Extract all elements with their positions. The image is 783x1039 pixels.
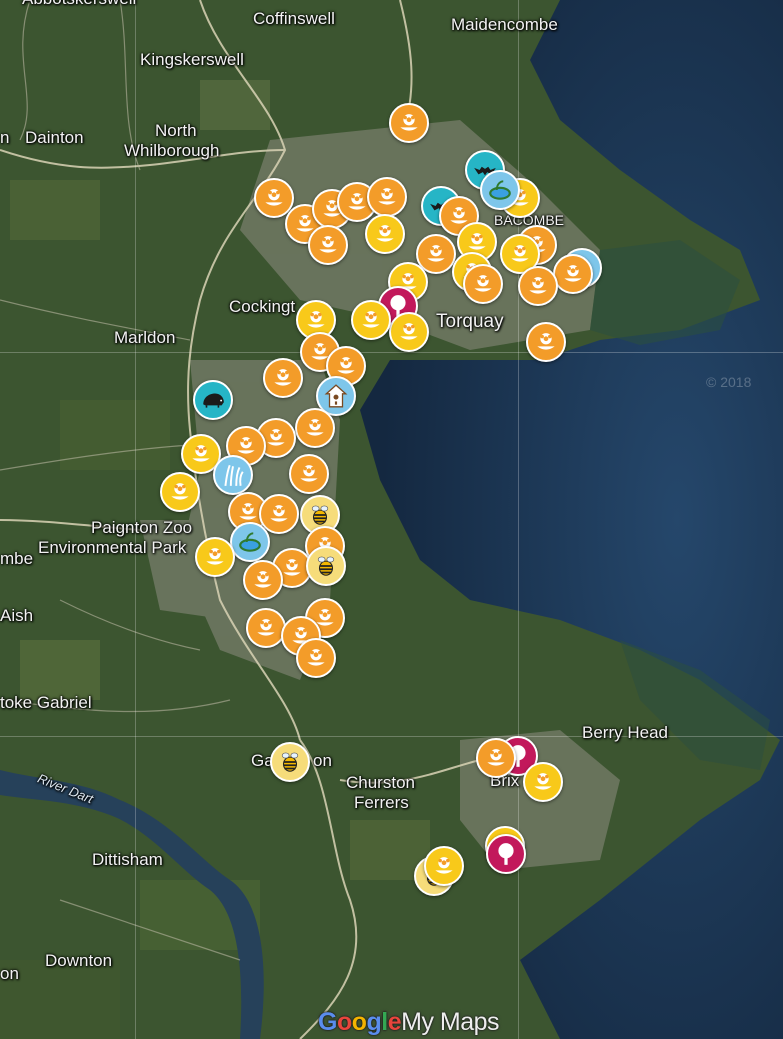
map-marker-pond[interactable] xyxy=(230,522,270,562)
map-marker-flower[interactable] xyxy=(263,358,303,398)
map-marker-reeds[interactable] xyxy=(213,455,253,495)
google-my-maps-logo: GoogleMy Maps xyxy=(318,1008,500,1036)
grid-line xyxy=(0,352,783,353)
map-marker-flower[interactable] xyxy=(553,254,593,294)
flower-icon xyxy=(270,365,296,391)
place-label-north: North xyxy=(155,121,197,140)
map-marker-hedgehog[interactable] xyxy=(193,380,233,420)
map-marker-flower[interactable] xyxy=(389,103,429,143)
flower-icon xyxy=(344,189,370,215)
flower-icon xyxy=(470,271,496,297)
place-label-churston: Churston xyxy=(346,773,415,792)
bee-icon xyxy=(313,553,339,579)
flower-icon xyxy=(423,241,449,267)
place-label-dainton: Dainton xyxy=(25,128,84,147)
map-marker-flower[interactable] xyxy=(296,638,336,678)
map-marker-flower[interactable] xyxy=(476,738,516,778)
flower-icon xyxy=(396,110,422,136)
map-marker-flower[interactable] xyxy=(195,537,235,577)
place-label-abbotskerswell: Abbotskerswell xyxy=(22,0,136,8)
flower-icon xyxy=(374,184,400,210)
flower-icon xyxy=(253,615,279,641)
flower-icon xyxy=(525,273,551,299)
map-marker-flower[interactable] xyxy=(351,300,391,340)
map-marker-flower[interactable] xyxy=(367,177,407,217)
map-marker-tree[interactable] xyxy=(486,834,526,874)
flower-icon xyxy=(530,769,556,795)
place-label-galmpton-end: on xyxy=(313,751,332,770)
place-label-stoke-gabriel: toke Gabriel xyxy=(0,693,92,712)
place-label-marldon: Marldon xyxy=(114,328,176,347)
grid-line xyxy=(518,0,519,1039)
flower-icon xyxy=(396,319,422,345)
map-marker-flower[interactable] xyxy=(523,762,563,802)
flower-icon xyxy=(372,221,398,247)
map-copyright: © 2018 xyxy=(706,374,752,390)
map-marker-flower[interactable] xyxy=(295,408,335,448)
place-label-cockington: Cockingt xyxy=(229,297,296,316)
pond-icon xyxy=(237,529,263,555)
place-label-aish: Aish xyxy=(0,606,34,625)
place-label-environmental-park: Environmental Park xyxy=(38,538,187,557)
place-label-coffinswell: Coffinswell xyxy=(253,9,335,28)
flower-icon xyxy=(263,425,289,451)
flower-icon xyxy=(296,461,322,487)
flower-icon xyxy=(266,501,292,527)
map-marker-flower[interactable] xyxy=(389,312,429,352)
flower-icon xyxy=(250,567,276,593)
flower-icon xyxy=(431,853,457,879)
map-marker-flower[interactable] xyxy=(160,472,200,512)
flower-icon xyxy=(261,185,287,211)
map-marker-flower[interactable] xyxy=(246,608,286,648)
place-label-fragment: mbe xyxy=(0,549,34,568)
flower-icon xyxy=(464,229,490,255)
place-label-fragment: on xyxy=(0,964,19,983)
flower-icon xyxy=(483,745,509,771)
flower-icon xyxy=(167,479,193,505)
map-marker-flower[interactable] xyxy=(289,454,329,494)
place-label-dittisham: Dittisham xyxy=(92,850,163,869)
flower-icon xyxy=(303,307,329,333)
place-label-paignton-zoo: Paignton Zoo xyxy=(91,518,193,537)
flower-icon xyxy=(507,241,533,267)
flower-icon xyxy=(533,329,559,355)
map-marker-flower[interactable] xyxy=(518,266,558,306)
flower-icon xyxy=(188,441,214,467)
flower-icon xyxy=(302,415,328,441)
place-label-torquay: Torquay xyxy=(436,311,504,332)
bee-icon xyxy=(307,502,333,528)
place-label-berry-head: Berry Head xyxy=(582,723,668,742)
map-marker-flower[interactable] xyxy=(463,264,503,304)
place-label-fragment: n xyxy=(0,128,10,147)
map-marker-flower[interactable] xyxy=(365,214,405,254)
bee-icon xyxy=(277,749,303,775)
place-label-kingskerswell: Kingskerswell xyxy=(140,50,244,69)
flower-icon xyxy=(202,544,228,570)
map-marker-bee[interactable] xyxy=(270,742,310,782)
map-marker-flower[interactable] xyxy=(308,225,348,265)
tree-icon xyxy=(493,841,519,867)
bird-box-icon xyxy=(323,383,349,409)
map-marker-pond[interactable] xyxy=(480,170,520,210)
map-marker-flower[interactable] xyxy=(243,560,283,600)
map-canvas[interactable]: © 2018 Abbotskerswell Coffinswell Maiden… xyxy=(0,0,783,1039)
reeds-icon xyxy=(220,462,246,488)
map-marker-bee[interactable] xyxy=(306,546,346,586)
place-label-downton: Downton xyxy=(45,951,113,970)
hedgehog-icon xyxy=(200,387,226,413)
flower-icon xyxy=(303,645,329,671)
map-marker-flower[interactable] xyxy=(424,846,464,886)
flower-icon xyxy=(560,261,586,287)
flower-icon xyxy=(358,307,384,333)
map-marker-flower[interactable] xyxy=(526,322,566,362)
flower-icon xyxy=(315,232,341,258)
place-label-maidencombe: Maidencombe xyxy=(451,15,558,34)
pond-icon xyxy=(487,177,513,203)
place-label-whilborough: Whilborough xyxy=(124,141,220,160)
place-label-ferrers: Ferrers xyxy=(354,793,409,812)
